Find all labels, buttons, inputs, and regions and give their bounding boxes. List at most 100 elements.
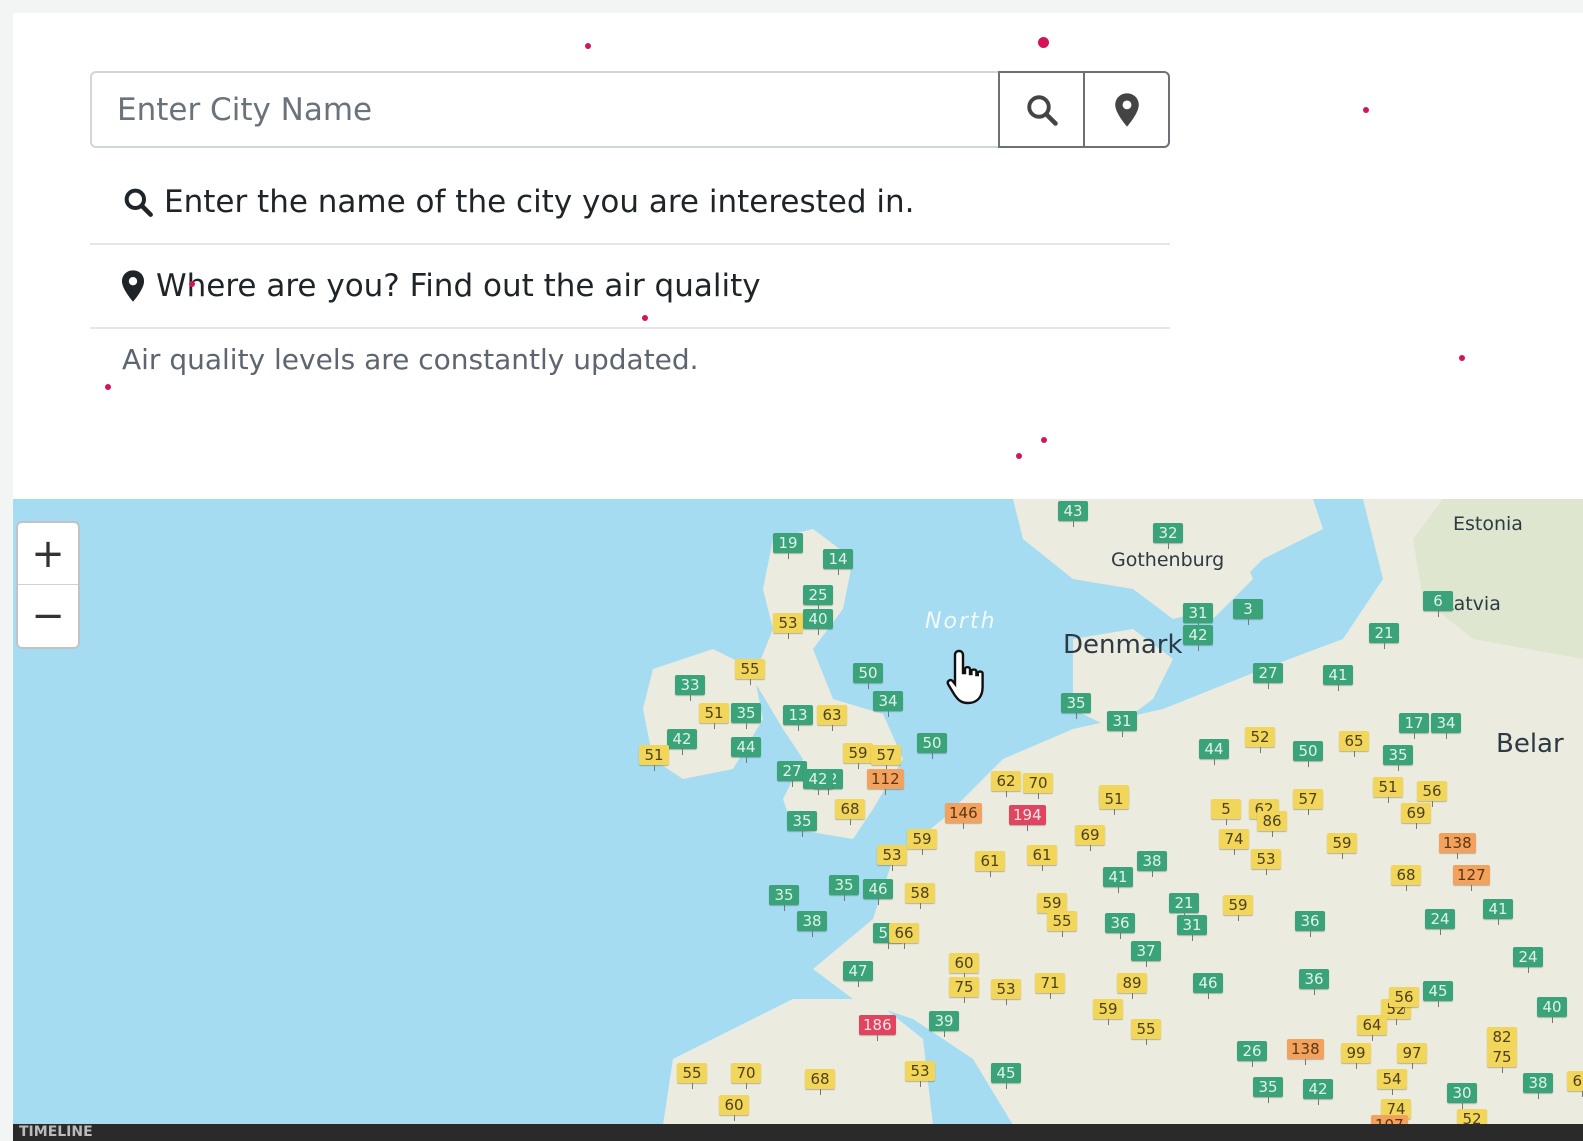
aqi-marker[interactable]: 57	[871, 745, 901, 771]
aqi-marker[interactable]: 50	[917, 733, 947, 759]
aqi-marker[interactable]: 36	[1295, 911, 1325, 937]
aqi-marker[interactable]: 112	[867, 769, 904, 795]
aqi-marker[interactable]: 70	[731, 1063, 761, 1089]
aqi-marker[interactable]: 56	[1417, 781, 1447, 807]
aqi-marker[interactable]: 127	[1453, 865, 1490, 891]
aqi-marker[interactable]: 60	[949, 953, 979, 979]
aqi-marker[interactable]: 34	[1431, 713, 1461, 739]
aqi-marker[interactable]: 24	[1425, 909, 1455, 935]
aqi-marker[interactable]: 97	[1397, 1043, 1427, 1069]
aqi-marker[interactable]: 53	[991, 979, 1021, 1005]
aqi-marker[interactable]: 86	[1257, 811, 1287, 837]
aqi-marker[interactable]: 61	[1027, 845, 1057, 871]
aqi-marker[interactable]: 138	[1287, 1039, 1324, 1065]
aqi-marker[interactable]: 24	[1513, 947, 1543, 973]
aqi-marker[interactable]: 75	[949, 977, 979, 1003]
aqi-marker[interactable]: 138	[1439, 833, 1476, 859]
aqi-marker[interactable]: 62	[991, 771, 1021, 797]
aqi-marker[interactable]: 21	[1369, 623, 1399, 649]
aqi-marker[interactable]: 50	[853, 663, 883, 689]
aqi-marker[interactable]: 25	[803, 585, 833, 611]
aqi-marker[interactable]: 27	[1253, 663, 1283, 689]
aqi-marker[interactable]: 32	[1153, 523, 1183, 549]
aqi-marker[interactable]: 33	[675, 675, 705, 701]
aqi-marker[interactable]: 58	[905, 883, 935, 909]
aqi-marker[interactable]: 59	[1093, 999, 1123, 1025]
aqi-marker[interactable]: 44	[731, 737, 761, 763]
aqi-marker[interactable]: 43	[1058, 501, 1088, 527]
aqi-marker[interactable]: 186	[859, 1015, 896, 1041]
aqi-marker[interactable]: 51	[1373, 777, 1403, 803]
aqi-marker[interactable]: 36	[1105, 913, 1135, 939]
aqi-marker[interactable]: 6	[1423, 591, 1453, 617]
aqi-marker[interactable]: 41	[1483, 899, 1513, 925]
aqi-marker[interactable]: 37	[1131, 941, 1161, 967]
zoom-out-button[interactable]: −	[18, 585, 78, 647]
aqi-marker[interactable]: 65	[1339, 731, 1369, 757]
aqi-marker[interactable]: 53	[1251, 849, 1281, 875]
aqi-marker[interactable]: 60	[719, 1095, 749, 1121]
aqi-marker[interactable]: 55	[1047, 911, 1077, 937]
location-hint-item[interactable]: Where are you? Find out the air quality	[90, 245, 1170, 329]
aqi-marker[interactable]: 38	[797, 911, 827, 937]
aqi-marker[interactable]: 55	[1131, 1019, 1161, 1045]
aqi-marker[interactable]: 75	[1487, 1047, 1517, 1073]
aqi-marker[interactable]: 36	[1299, 969, 1329, 995]
aqi-marker[interactable]: 55	[735, 659, 765, 685]
aqi-marker[interactable]: 44	[1199, 739, 1229, 765]
aqi-marker[interactable]: 35	[1253, 1077, 1283, 1103]
aqi-marker[interactable]: 63	[817, 705, 847, 731]
aqi-marker[interactable]: 50	[1293, 741, 1323, 767]
aqi-marker[interactable]: 3	[1233, 599, 1263, 625]
aqi-marker[interactable]: 35	[769, 885, 799, 911]
aqi-marker[interactable]: 194	[1009, 805, 1046, 831]
aqi-marker[interactable]: 89	[1117, 973, 1147, 999]
aqi-marker[interactable]: 47	[843, 961, 873, 987]
aqi-marker[interactable]: 52	[1245, 727, 1275, 753]
aqi-marker[interactable]: 31	[1177, 915, 1207, 941]
aqi-marker[interactable]: 61	[1567, 1071, 1583, 1097]
aqi-marker[interactable]: 59	[1327, 833, 1357, 859]
aqi-marker[interactable]: 42	[667, 729, 697, 755]
aqi-marker[interactable]: 19	[773, 533, 803, 559]
search-hint-item[interactable]: Enter the name of the city you are inter…	[90, 161, 1170, 245]
aqi-marker[interactable]: 35	[787, 811, 817, 837]
aqi-marker[interactable]: 64	[1357, 1015, 1387, 1041]
aqi-marker[interactable]: 146	[945, 803, 982, 829]
aqi-marker[interactable]: 45	[1423, 981, 1453, 1007]
aqi-marker[interactable]: 42	[803, 769, 833, 795]
aqi-marker[interactable]: 68	[1391, 865, 1421, 891]
aqi-marker[interactable]: 59	[843, 743, 873, 769]
aqi-marker[interactable]: 38	[1523, 1073, 1553, 1099]
aqi-marker[interactable]: 66	[889, 923, 919, 949]
aqi-marker[interactable]: 59	[1037, 893, 1067, 919]
aqi-marker[interactable]: 82	[1487, 1027, 1517, 1053]
aqi-marker[interactable]: 54	[1377, 1069, 1407, 1095]
aqi-marker[interactable]: 31	[1107, 711, 1137, 737]
aqi-marker[interactable]: 51	[639, 745, 669, 771]
aqi-marker[interactable]: 56	[1389, 987, 1419, 1013]
aqi-marker[interactable]: 40	[803, 609, 833, 635]
aqi-marker[interactable]: 42	[1303, 1079, 1333, 1105]
aqi-marker[interactable]: 31	[1183, 603, 1213, 629]
aqi-marker[interactable]: 35	[1061, 693, 1091, 719]
aqi-marker[interactable]: 61	[975, 851, 1005, 877]
aqi-marker[interactable]: 55	[677, 1063, 707, 1089]
aqi-marker[interactable]: 46	[1193, 973, 1223, 999]
aqi-marker[interactable]: 46	[863, 879, 893, 905]
aqi-marker[interactable]: 35	[731, 703, 761, 729]
aqi-marker[interactable]: 69	[1401, 803, 1431, 829]
aqi-marker[interactable]: 53	[773, 613, 803, 639]
aqi-marker[interactable]: 45	[991, 1063, 1021, 1089]
aqi-marker[interactable]: 52	[1457, 1109, 1487, 1125]
aqi-marker[interactable]: 21	[1169, 893, 1199, 919]
aqi-marker[interactable]: 34	[873, 691, 903, 717]
aqi-marker[interactable]: 35	[1383, 745, 1413, 771]
aqi-marker[interactable]: 74	[1219, 829, 1249, 855]
aqi-marker[interactable]: 39	[929, 1011, 959, 1037]
search-button[interactable]	[998, 71, 1084, 148]
aqi-marker[interactable]: 30	[1447, 1083, 1477, 1109]
aqi-marker[interactable]: 59	[907, 829, 937, 855]
aqi-marker[interactable]: 68	[835, 799, 865, 825]
locate-me-button[interactable]	[1084, 71, 1170, 148]
